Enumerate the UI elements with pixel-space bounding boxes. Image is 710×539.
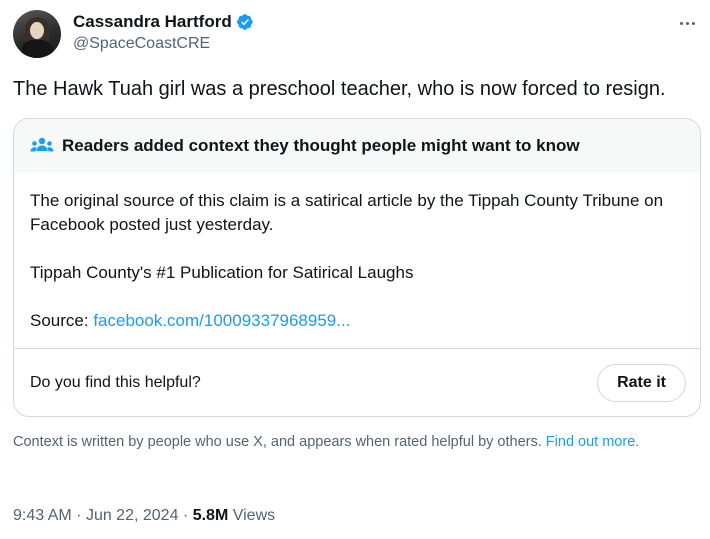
rate-it-button[interactable]: Rate it (597, 364, 686, 402)
community-note-header: Readers added context they thought peopl… (14, 119, 700, 173)
verified-badge-icon (236, 14, 253, 30)
tweet-text: The Hawk Tuah girl was a preschool teach… (13, 78, 666, 100)
note-source-label: Source: (30, 311, 89, 330)
meta-separator: · (76, 507, 86, 524)
context-footer-text: Context is written by people who use X, … (13, 434, 542, 450)
author-display-name[interactable]: Cassandra Hartford (73, 12, 232, 32)
avatar[interactable] (13, 10, 61, 58)
community-note-body: The original source of this claim is a s… (14, 173, 700, 333)
tweet-date[interactable]: Jun 22, 2024 (86, 507, 179, 524)
tweet-meta: 9:43 AM · Jun 22, 2024 · 5.8M Views (13, 507, 275, 525)
note-source: Source: facebook.com/10009337968959... (30, 309, 684, 333)
views-label: Views (232, 507, 276, 524)
tweet-header: Cassandra Hartford @SpaceCoastCRE (13, 10, 700, 60)
helpful-question: Do you find this helpful? (30, 374, 201, 391)
more-options-icon[interactable] (676, 16, 698, 30)
note-paragraph-1: The original source of this claim is a s… (30, 191, 664, 234)
helpful-row: Do you find this helpful? Rate it (14, 349, 700, 416)
tweet: Cassandra Hartford @SpaceCoastCRE The Ha… (0, 0, 710, 539)
community-note-title: Readers added context they thought peopl… (62, 136, 580, 155)
note-paragraph-2: Tippah County's #1 Publication for Satir… (30, 263, 414, 282)
author-handle[interactable]: @SpaceCoastCRE (73, 35, 254, 53)
author-block: Cassandra Hartford @SpaceCoastCRE (73, 11, 254, 53)
note-source-link[interactable]: facebook.com/10009337968959... (93, 311, 350, 330)
people-icon (30, 137, 54, 152)
views-count: 5.8M (192, 507, 229, 524)
community-note: Readers added context they thought peopl… (13, 118, 701, 417)
find-out-more-link[interactable]: Find out more. (546, 434, 640, 450)
meta-separator: · (182, 507, 193, 524)
tweet-time[interactable]: 9:43 AM (13, 507, 72, 524)
context-footer: Context is written by people who use X, … (13, 432, 693, 452)
